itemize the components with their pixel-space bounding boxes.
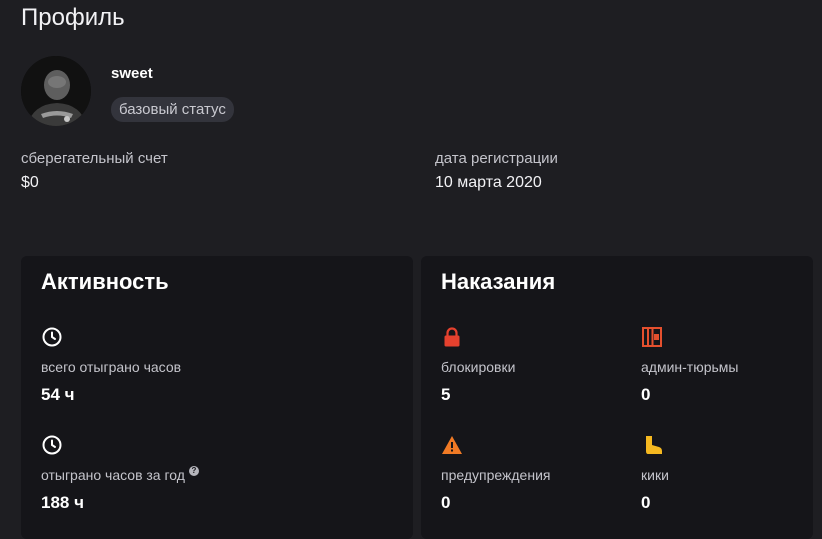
- year-hours-label: отыграно часов за год?: [41, 466, 199, 483]
- kicks-value: 0: [641, 493, 651, 512]
- warnings-value: 0: [441, 493, 451, 512]
- total-hours-value: 54 ч: [41, 385, 75, 404]
- avatar: [21, 56, 91, 126]
- registration-value: 10 марта 2020: [435, 174, 542, 191]
- admin-jails-label: админ-тюрьмы: [641, 359, 739, 375]
- clock-icon: [41, 434, 63, 456]
- total-hours-label: всего отыграно часов: [41, 359, 182, 375]
- year-hours-value: 188 ч: [41, 493, 84, 512]
- warnings-label: предупреждения: [441, 467, 551, 483]
- boot-icon: [641, 434, 663, 456]
- year-hours-text: отыграно часов за год: [41, 467, 185, 483]
- savings-value: $0: [21, 174, 39, 191]
- clock-icon: [41, 326, 63, 348]
- savings-label: сберегательный счет: [21, 150, 168, 167]
- username: sweet: [111, 65, 153, 82]
- jail-icon: [641, 326, 663, 348]
- activity-card: Активность всего отыграно часов 54 ч оты…: [21, 256, 413, 539]
- kicks-label: кики: [641, 467, 669, 483]
- activity-title: Активность: [41, 269, 169, 294]
- lock-icon: [441, 326, 463, 348]
- punishments-title: Наказания: [441, 269, 556, 294]
- help-icon[interactable]: ?: [188, 466, 199, 476]
- registration-label: дата регистрации: [435, 150, 558, 167]
- bans-value: 5: [441, 385, 451, 404]
- punishments-card: Наказания блокировки 5 админ-тюрьмы 0 пр…: [421, 256, 813, 539]
- admin-jails-value: 0: [641, 385, 651, 404]
- warning-icon: [441, 434, 463, 456]
- status-badge: базовый статус: [111, 97, 234, 122]
- page-title: Профиль: [21, 4, 125, 31]
- bans-label: блокировки: [441, 359, 516, 375]
